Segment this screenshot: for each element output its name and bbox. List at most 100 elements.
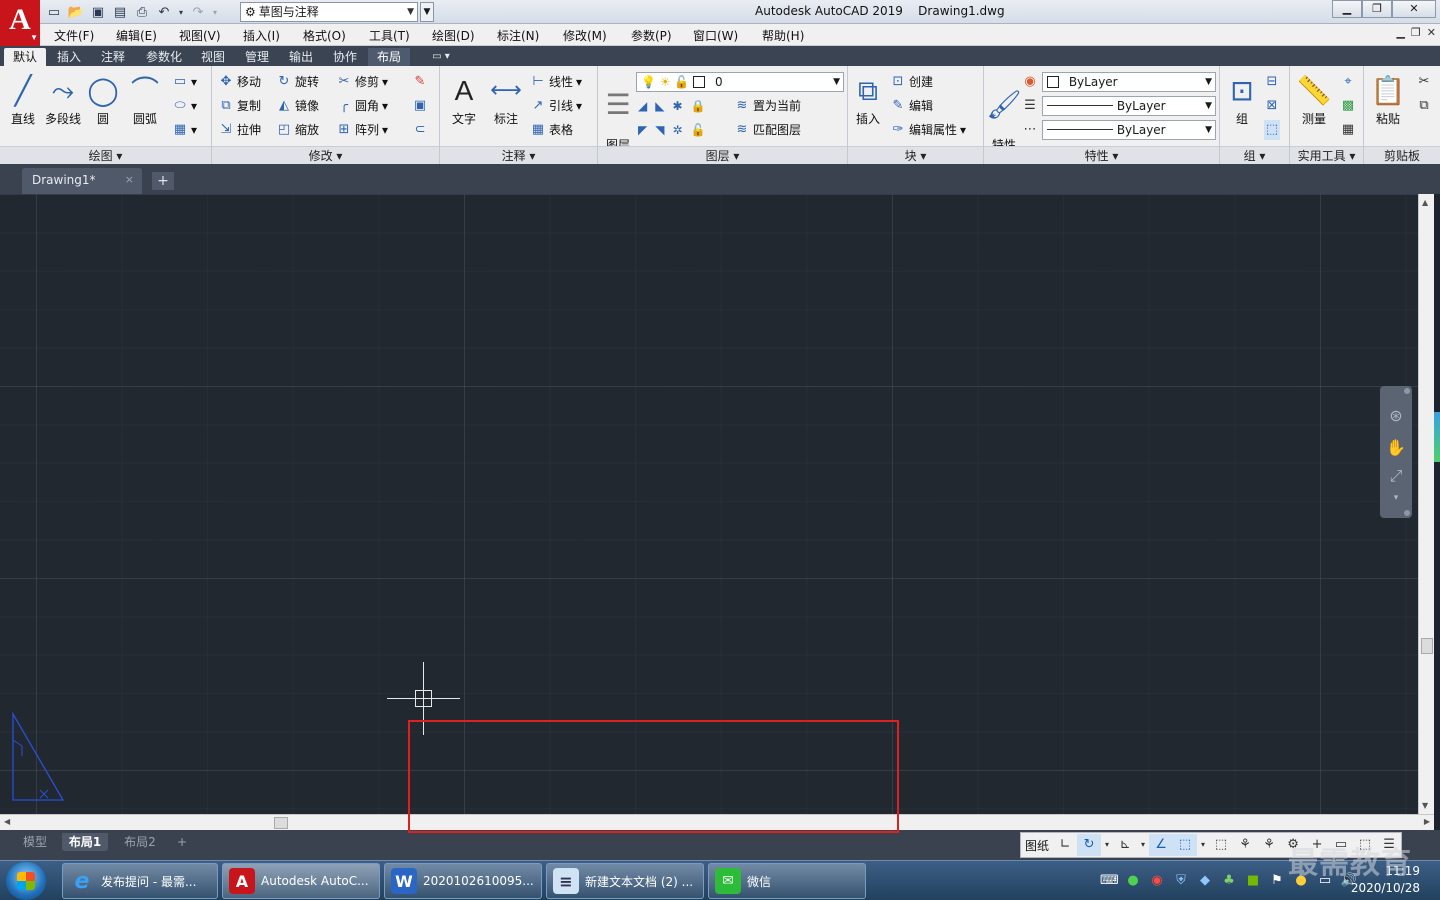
ribbon-display-toggle[interactable]: ▭ ▾ [426,48,456,66]
calculator-button[interactable]: ▦ [1340,120,1356,140]
group-select-button[interactable]: ⬚ [1264,120,1280,140]
add-layout-button[interactable]: + [172,833,192,851]
layer-lock-icon[interactable]: 🔒 [691,96,706,116]
tab-layout2[interactable]: 布局2 [118,833,162,851]
start-button[interactable] [6,862,46,900]
copy-button[interactable]: ⧉ 复制 [218,96,261,116]
tab-model[interactable]: 模型 [18,833,52,851]
menu-format[interactable]: 格式(O) [303,27,346,44]
save-as-icon[interactable]: ▤ [110,3,130,21]
menu-help[interactable]: 帮助(H) [762,27,804,44]
explode-button[interactable]: ▣ [412,96,428,116]
dimension-button[interactable]: ⟷ 标注 [486,72,526,127]
table-button[interactable]: ▦ 表格 [530,120,573,140]
redo-icon[interactable]: ↷ [188,3,208,21]
polyline-button[interactable]: ⤳ 多段线 [43,72,83,127]
erase-button[interactable]: ✎ [412,72,428,92]
ortho-icon[interactable]: ⊾ [1113,834,1137,856]
taskbar-item-notepad[interactable]: ≡ 新建文本文档 (2) ... [546,863,704,899]
menu-tools[interactable]: 工具(T) [369,27,410,44]
menu-edit[interactable]: 编辑(E) [116,27,157,44]
object-snap-icon[interactable]: ⬚ [1173,834,1198,856]
match-layer-button[interactable]: ≋ 匹配图层 [734,120,801,140]
menu-dimension[interactable]: 标注(N) [497,27,539,44]
taskbar-item-document[interactable]: W 2020102610095... [384,863,542,899]
panel-groups-title[interactable]: 组 ▾ [1220,146,1289,164]
copy-clip-button[interactable]: ⧉ [1416,96,1432,116]
taskbar-item-wechat[interactable]: ✉ 微信 [708,863,866,899]
hatch-button[interactable]: ⬭ ▾ [172,96,197,116]
panel-properties-title[interactable]: 特性 ▾ [984,146,1219,164]
boundary-button[interactable]: ▦ ▾ [172,120,197,140]
rotate-button[interactable]: ↻ 旋转 [276,72,319,92]
undo-dropdown-icon[interactable]: ▾ [176,3,186,21]
menu-view[interactable]: 视图(V) [179,27,221,44]
layer-thaw-icon[interactable]: ✲ [672,120,682,140]
customize-qat-button[interactable]: ▼ [420,2,434,22]
color-dropdown[interactable]: ByLayer ▼ [1042,72,1216,92]
tab-layout[interactable]: 布局 [368,48,410,66]
linear-button[interactable]: ⊢ 线性 ▾ [530,72,582,92]
panel-clipboard-title[interactable]: 剪贴板 [1364,146,1440,164]
layer-dropdown[interactable]: 💡 ☀ 🔓 0 ▼ [636,72,844,92]
navbar-close-icon[interactable] [1404,388,1410,394]
layer-unlock-icon[interactable]: 🔓 [691,120,706,140]
circle-button[interactable]: ◯ 圆 [83,72,123,127]
minimize-button[interactable]: ▁ [1332,0,1362,18]
save-icon[interactable]: ▣ [88,3,108,21]
doc-restore-button[interactable]: ❐ [1411,26,1421,39]
weibo-icon[interactable]: ◉ [1148,872,1166,890]
pan-hand-icon[interactable]: ✋ [1384,436,1408,460]
tab-default[interactable]: 默认 [4,48,46,66]
edit-attributes-button[interactable]: ✑ 编辑属性 ▾ [890,120,967,140]
vertical-scroll-thumb[interactable] [1421,638,1433,654]
lineweight-dropdown[interactable]: ByLayer ▼ [1042,120,1216,140]
workspace-selector[interactable]: ⚙ 草图与注释 ▼ [240,2,418,22]
close-tab-icon[interactable]: × [125,168,134,192]
group-edit-button[interactable]: ⊠ [1264,96,1280,116]
close-button[interactable]: ✕ [1392,0,1436,18]
trim-button[interactable]: ✂ 修剪 ▾ [336,72,389,92]
ortho-dropdown-icon[interactable]: ▾ [1137,834,1149,856]
vertical-scrollbar[interactable]: ▲ ▼ [1418,194,1434,814]
tab-output[interactable]: 输出 [282,48,320,66]
fillet-button[interactable]: ╭ 圆角 ▾ [336,96,388,116]
move-button[interactable]: ✥ 移动 [218,72,261,92]
doc-close-button[interactable]: ✕ [1427,26,1436,39]
new-icon[interactable]: ▭ [44,3,64,21]
polar-icon[interactable]: ∠ [1149,834,1174,856]
redo-dropdown-icon[interactable]: ▾ [210,3,220,21]
keyboard-icon[interactable]: ⌨ [1100,872,1119,890]
scroll-right-icon[interactable]: ▶ [1424,817,1430,826]
set-current-button[interactable]: ≋ 置为当前 [734,96,801,116]
panel-layers-title[interactable]: 图层 ▾ [598,146,847,164]
tab-layout1[interactable]: 布局1 [62,833,108,851]
snap-dropdown-icon[interactable]: ▾ [1101,834,1113,856]
offset-button[interactable]: ⊂ [412,120,428,140]
rectangle-button[interactable]: ▭ ▾ [172,72,197,92]
menu-file[interactable]: 文件(F) [54,27,94,44]
viewport-scale-icon[interactable]: ⬚ [1209,834,1233,856]
navbar-options-icon[interactable] [1404,510,1410,516]
layer-unisolate-icon[interactable]: ◥ [655,120,664,140]
tab-annotate[interactable]: 注释 [94,48,132,66]
nvidia-icon[interactable]: ■ [1244,872,1262,890]
grid-icon[interactable]: ∟ [1053,834,1077,856]
line-button[interactable]: ╱ 直线 [3,72,43,127]
ungroup-button[interactable]: ⊟ [1264,72,1280,92]
taskbar-item-autocad[interactable]: A Autodesk AutoC... [222,863,380,899]
new-drawing-tab-button[interactable]: + [152,172,174,190]
cut-button[interactable]: ✂ [1416,72,1432,92]
panel-block-title[interactable]: 块 ▾ [848,146,983,164]
wechat-tray-icon[interactable]: ● [1124,872,1142,890]
linetype-dropdown[interactable]: ByLayer ▼ [1042,96,1216,116]
array-button[interactable]: ⊞ 阵列 ▾ [336,120,389,140]
paper-space-toggle[interactable]: 图纸 [1021,837,1053,854]
layer-on-icon[interactable]: ◤ [638,120,647,140]
application-menu-button[interactable]: A ▼ [0,0,40,46]
arc-button[interactable]: ⌒ 圆弧 [125,72,165,127]
cube-icon[interactable]: ◆ [1196,872,1214,890]
mirror-button[interactable]: ◭ 镜像 [276,96,319,116]
stretch-button[interactable]: ⇲ 拉伸 [218,120,261,140]
tab-collaborate[interactable]: 协作 [326,48,364,66]
